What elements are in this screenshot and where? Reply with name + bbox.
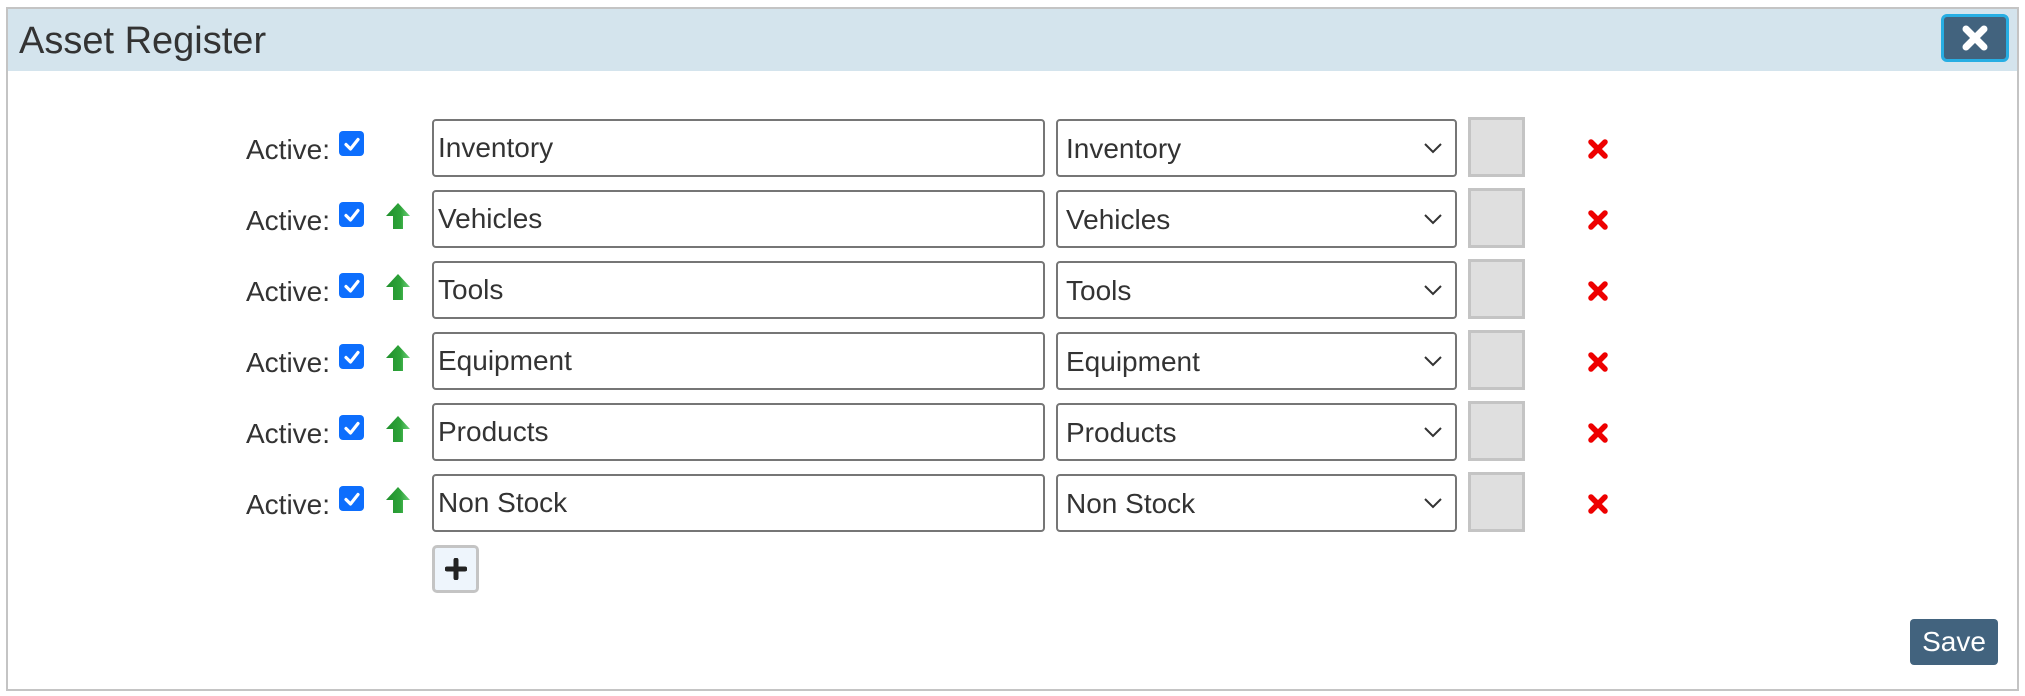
delete-x-icon[interactable] xyxy=(1587,209,1609,231)
active-checkbox[interactable] xyxy=(339,273,364,298)
checkmark-icon xyxy=(343,208,360,222)
asset-type-select[interactable]: Equipment xyxy=(1056,332,1457,390)
delete-x-icon[interactable] xyxy=(1587,280,1609,302)
chevron-down-icon xyxy=(1424,427,1442,438)
checkmark-icon xyxy=(343,137,360,151)
checkmark-icon xyxy=(343,492,360,506)
delete-x-icon[interactable] xyxy=(1587,351,1609,373)
asset-type-select[interactable]: Non Stock xyxy=(1056,474,1457,532)
active-checkbox[interactable] xyxy=(339,486,364,511)
color-swatch[interactable] xyxy=(1468,117,1525,177)
asset-type-select[interactable]: Vehicles xyxy=(1056,190,1457,248)
active-label: Active: xyxy=(246,276,331,307)
asset-type-select[interactable]: Tools xyxy=(1056,261,1457,319)
arrow-up-icon[interactable] xyxy=(385,202,411,230)
chevron-down-icon xyxy=(1424,356,1442,367)
active-label: Active: xyxy=(246,347,331,378)
color-swatch[interactable] xyxy=(1468,188,1525,248)
checkmark-icon xyxy=(343,421,360,435)
chevron-down-icon xyxy=(1424,498,1442,509)
asset-row: Active: Tools xyxy=(8,259,2017,321)
asset-name-input[interactable] xyxy=(432,474,1045,532)
add-row-button[interactable] xyxy=(432,545,479,593)
asset-type-value: Inventory xyxy=(1066,133,1182,164)
arrow-up-icon[interactable] xyxy=(385,486,411,514)
chevron-down-icon xyxy=(1424,285,1442,296)
close-button[interactable] xyxy=(1941,14,2009,62)
chevron-down-icon xyxy=(1424,214,1442,225)
delete-x-icon[interactable] xyxy=(1587,493,1609,515)
checkmark-icon xyxy=(343,350,360,364)
asset-register-dialog: Asset Register Active: Inventory Activ xyxy=(6,7,2019,691)
chevron-down-icon xyxy=(1424,143,1442,154)
color-swatch[interactable] xyxy=(1468,259,1525,319)
asset-type-select[interactable]: Inventory xyxy=(1056,119,1457,177)
active-label: Active: xyxy=(246,418,331,449)
arrow-up-icon[interactable] xyxy=(385,415,411,443)
asset-name-input[interactable] xyxy=(432,403,1045,461)
active-checkbox[interactable] xyxy=(339,202,364,227)
dialog-header: Asset Register xyxy=(8,9,2017,71)
asset-name-input[interactable] xyxy=(432,332,1045,390)
asset-row: Active: Non Stock xyxy=(8,472,2017,534)
delete-x-icon[interactable] xyxy=(1587,138,1609,160)
asset-type-select[interactable]: Products xyxy=(1056,403,1457,461)
save-button[interactable]: Save xyxy=(1910,619,1998,665)
asset-type-value: Non Stock xyxy=(1066,488,1196,519)
color-swatch[interactable] xyxy=(1468,472,1525,532)
asset-type-value: Tools xyxy=(1066,275,1132,306)
active-label: Active: xyxy=(246,489,331,520)
arrow-up-icon[interactable] xyxy=(385,344,411,372)
asset-row: Active: Equipment xyxy=(8,330,2017,392)
asset-type-value: Products xyxy=(1066,417,1177,448)
active-label: Active: xyxy=(246,205,331,236)
asset-name-input[interactable] xyxy=(432,190,1045,248)
active-checkbox[interactable] xyxy=(339,344,364,369)
asset-type-value: Equipment xyxy=(1066,346,1200,377)
arrow-up-icon[interactable] xyxy=(385,273,411,301)
active-checkbox[interactable] xyxy=(339,415,364,440)
dialog-title: Asset Register xyxy=(19,20,267,62)
delete-x-icon[interactable] xyxy=(1587,422,1609,444)
asset-row: Active: Products xyxy=(8,401,2017,463)
checkmark-icon xyxy=(343,279,360,293)
color-swatch[interactable] xyxy=(1468,330,1525,390)
asset-name-input[interactable] xyxy=(432,119,1045,177)
asset-name-input[interactable] xyxy=(432,261,1045,319)
active-label: Active: xyxy=(246,134,331,165)
asset-row: Active: Inventory xyxy=(8,117,2017,179)
active-checkbox[interactable] xyxy=(339,131,364,156)
plus-icon xyxy=(444,558,467,580)
asset-row: Active: Vehicles xyxy=(8,188,2017,250)
asset-type-value: Vehicles xyxy=(1066,204,1171,235)
color-swatch[interactable] xyxy=(1468,401,1525,461)
close-icon xyxy=(1962,25,1988,51)
